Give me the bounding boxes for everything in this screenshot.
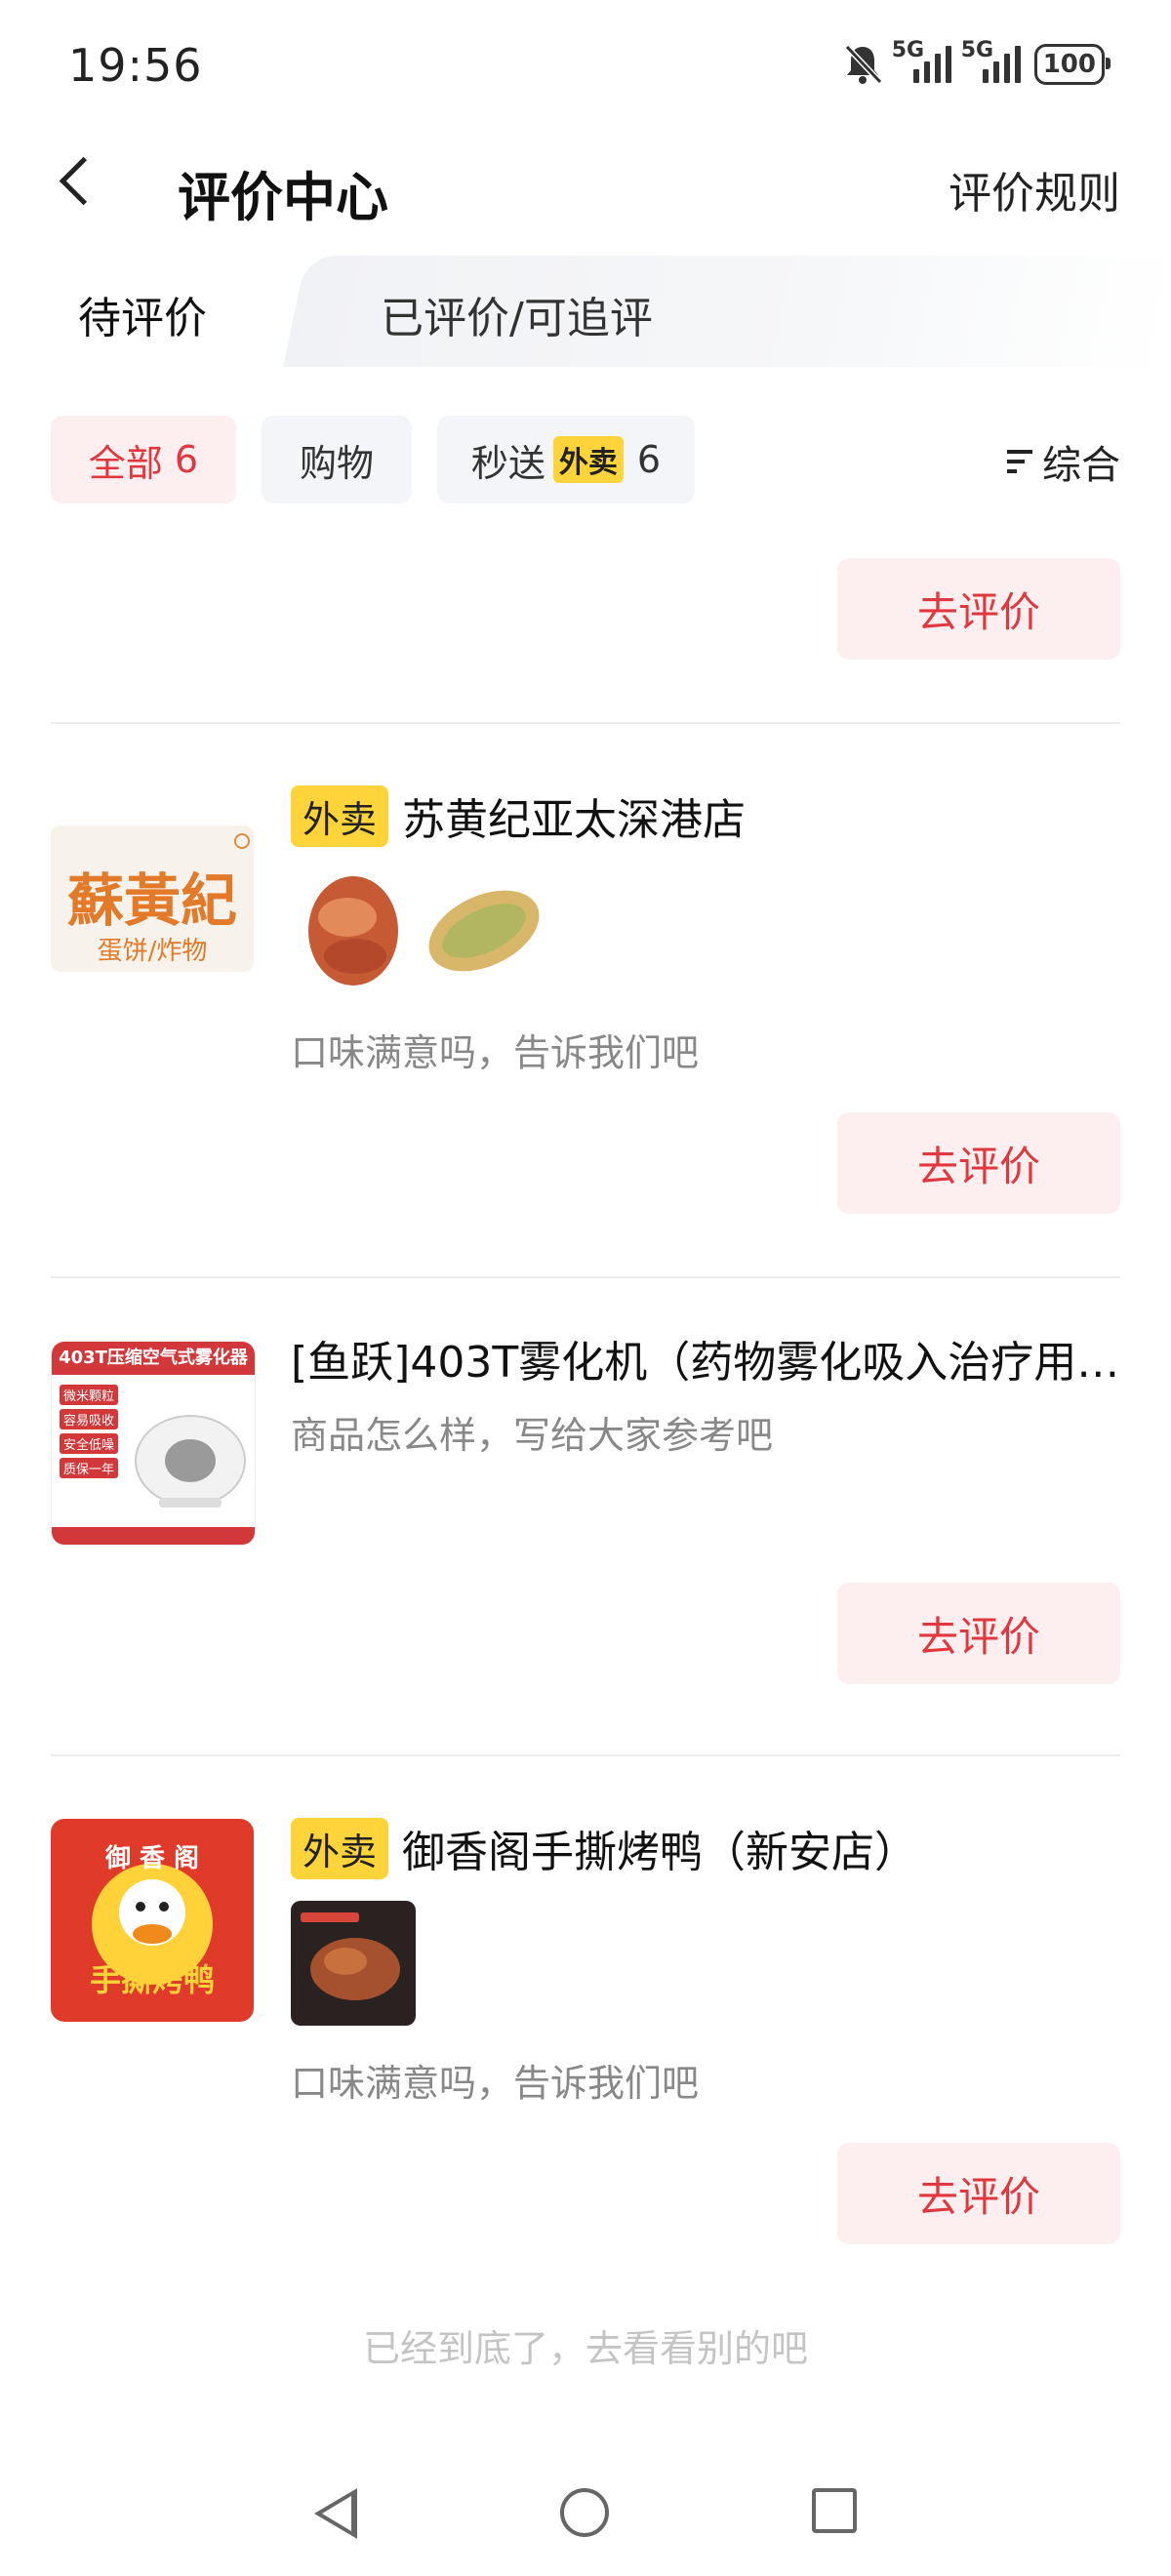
store-name-text: 御香阁手撕烤鸭（新安店） (402, 1828, 918, 1877)
rate-button[interactable]: 去评价 (837, 558, 1120, 660)
sort-icon (1007, 450, 1032, 473)
divider (51, 1754, 1120, 1756)
filter-all-count: 6 (174, 438, 199, 481)
product-thumb-header: 403T压缩空气式雾化器 (52, 1342, 255, 1375)
status-icons: 5G 5G 100 (843, 38, 1111, 86)
dish-image (308, 876, 540, 986)
filter-all-label: 全部 (88, 441, 163, 485)
review-prompt: 商品怎么样，写给大家参考吧 (291, 1414, 774, 1457)
filter-shopping[interactable]: 购物 (262, 416, 412, 503)
filter-fast-tag: 外卖 (552, 436, 624, 483)
filter-fast-delivery[interactable]: 秒送 外卖 6 (437, 416, 695, 503)
divider (51, 722, 1120, 724)
signal-label: 5G (960, 38, 994, 62)
store-logo: 蘇黃紀 蛋饼/炸物 (51, 806, 254, 1009)
rate-button[interactable]: 去评价 (837, 2143, 1120, 2244)
delivery-tag: 外卖 (291, 785, 389, 847)
product-thumbnail[interactable]: 403T压缩空气式雾化器 微米颗粒 容易吸收 安全低噪 质保一年 (51, 1341, 256, 1546)
feature-label: 质保一年 (60, 1458, 119, 1478)
store-logo-text: 御 香 阁 (104, 1844, 200, 1873)
sort-button[interactable]: 综合 (1007, 433, 1120, 490)
sort-label: 综合 (1042, 443, 1120, 488)
store-logo: 御 香 阁 手撕烤鸭 (51, 1819, 254, 2022)
signal-label: 5G (891, 38, 925, 62)
feature-label: 容易吸收 (60, 1409, 119, 1429)
product-title[interactable]: [鱼跃]403T雾化机（药物雾化吸入治疗用… (291, 1327, 1120, 1389)
feature-label: 微米颗粒 (60, 1385, 119, 1405)
nebulizer-image (135, 1415, 246, 1508)
nav-back-icon[interactable] (314, 2488, 357, 2539)
filter-fast-label: 秒送 (470, 441, 545, 485)
rate-button[interactable]: 去评价 (837, 1583, 1120, 1684)
signal-icon: 5G (892, 38, 951, 83)
page-title: 评价中心 (178, 167, 388, 228)
feature-label: 安全低噪 (60, 1433, 119, 1454)
dish-image[interactable] (291, 1901, 416, 2026)
filter-shopping-label: 购物 (299, 441, 374, 485)
nav-recent-icon[interactable] (812, 2488, 857, 2533)
dish-photo (301, 1912, 400, 2000)
filter-all[interactable]: 全部 6 (51, 416, 236, 503)
tab-reviewed[interactable]: 已评价/可追评 (381, 283, 653, 345)
dish-images[interactable] (291, 866, 564, 991)
bell-muted-icon (844, 44, 882, 85)
review-prompt: 口味满意吗，告诉我们吧 (291, 2062, 700, 2105)
delivery-tag: 外卖 (291, 1817, 389, 1879)
rate-button[interactable]: 去评价 (837, 1112, 1120, 1214)
product-features: 微米颗粒 容易吸收 安全低噪 质保一年 (60, 1385, 119, 1478)
signal-icon: 5G (961, 38, 1021, 83)
divider (51, 1276, 1120, 1278)
nav-home-icon[interactable] (560, 2488, 609, 2537)
review-prompt: 口味满意吗，告诉我们吧 (291, 1031, 700, 1074)
store-logo-subtext: 蛋饼/炸物 (97, 937, 208, 966)
store-name[interactable]: 外卖 御香阁手撕烤鸭（新安店） (291, 1817, 917, 1879)
battery-icon: 100 (1033, 44, 1111, 85)
end-of-list-text: 已经到底了，去看看别的吧 (362, 2327, 808, 2370)
store-name[interactable]: 外卖 苏黄纪亚太深港店 (291, 785, 746, 847)
filter-fast-count: 6 (636, 438, 662, 481)
store-logo-text: 蘇黃紀 (66, 867, 237, 934)
status-time: 19:56 (68, 39, 203, 92)
back-icon[interactable] (59, 156, 108, 206)
store-name-text: 苏黄纪亚太深港店 (402, 795, 747, 845)
product-thumb-footer (52, 1527, 255, 1545)
rules-link[interactable]: 评价规则 (949, 158, 1120, 221)
tab-pending[interactable]: 待评价 (78, 283, 207, 345)
store-logo-subtext: 手撕烤鸭 (89, 1961, 215, 1998)
